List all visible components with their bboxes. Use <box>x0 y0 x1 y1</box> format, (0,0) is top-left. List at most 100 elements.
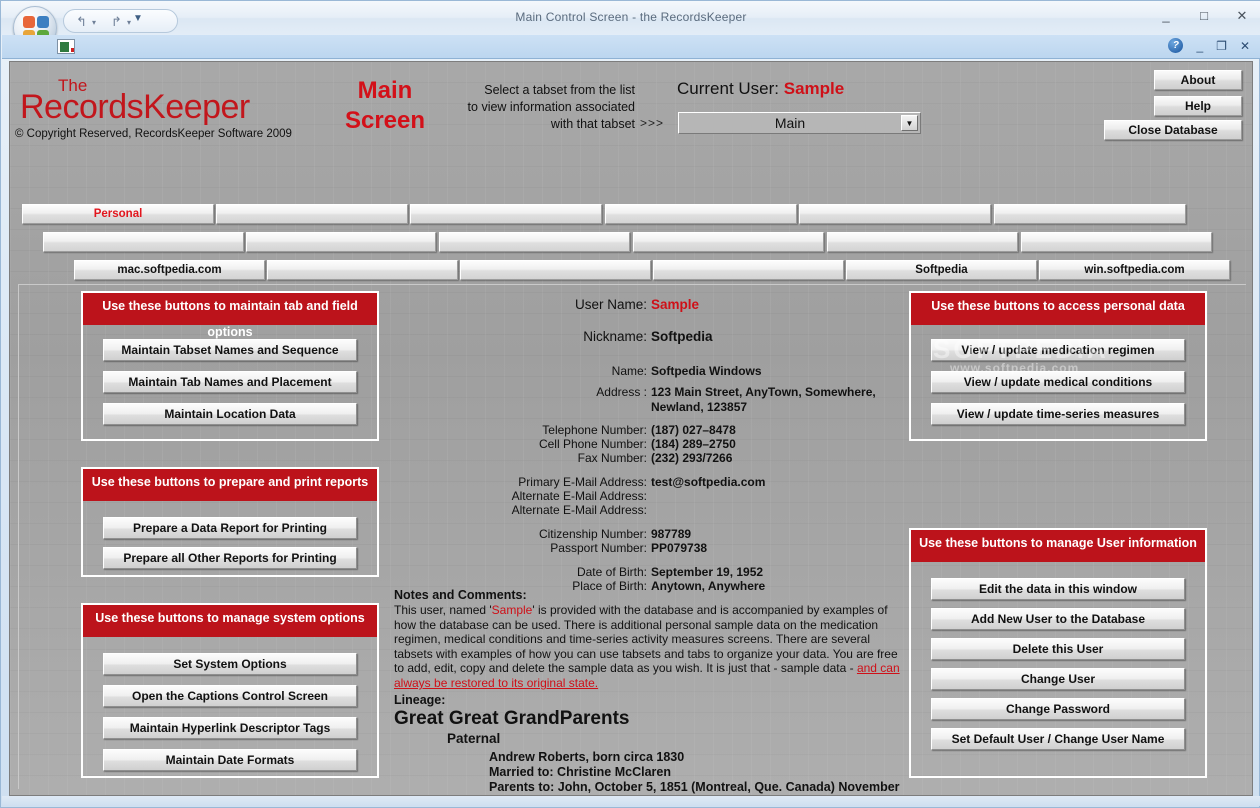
minimize-button[interactable]: _ <box>1155 7 1177 25</box>
panel-reports-header: Use these buttons to prepare and print r… <box>83 469 377 501</box>
user-field-label: Fax Number: <box>577 451 647 465</box>
tab-button-row1-5[interactable] <box>799 204 991 224</box>
chevron-down-icon[interactable]: ▼ <box>901 115 918 131</box>
current-user-value: Sample <box>783 79 845 98</box>
undo-icon[interactable]: ↰ <box>76 14 87 30</box>
document-restore-button[interactable]: ❐ <box>1216 39 1227 53</box>
tab-button-row3-5[interactable]: Softpedia <box>846 260 1037 280</box>
panel-user-information-header: Use these buttons to manage User informa… <box>911 530 1205 562</box>
edit-data-button[interactable]: Edit the data in this window <box>931 578 1185 600</box>
tabset-row-3: mac.softpedia.com Softpedia win.softpedia.… <box>10 260 1254 282</box>
tab-button-row1-4[interactable] <box>605 204 797 224</box>
view-medication-regimen-button[interactable]: View / update medication regimen <box>931 339 1185 361</box>
lineage-line-2: Married to: Christine McClaren <box>489 765 671 779</box>
tab-button-row3-2[interactable] <box>267 260 458 280</box>
open-captions-control-button[interactable]: Open the Captions Control Screen <box>103 685 357 707</box>
tab-button-row2-3[interactable] <box>439 232 630 252</box>
tabset-hint-line1: Select a tabset from the list <box>484 83 635 97</box>
qat-customize-icon[interactable]: ▼ <box>133 13 143 24</box>
current-user-label: Current User: <box>677 79 780 98</box>
user-field-value: Anytown, Anywhere <box>651 579 766 593</box>
set-system-options-button[interactable]: Set System Options <box>103 653 357 675</box>
tabset-select[interactable]: Main ▼ <box>678 112 921 134</box>
help-icon[interactable]: ? <box>1168 38 1184 53</box>
current-user-display: Current User: Sample <box>677 79 844 99</box>
maintain-tab-names-button[interactable]: Maintain Tab Names and Placement <box>103 371 357 393</box>
document-minimize-button[interactable]: _ <box>1196 39 1203 53</box>
maintain-location-data-button[interactable]: Maintain Location Data <box>103 403 357 425</box>
prepare-other-reports-button[interactable]: Prepare all Other Reports for Printing <box>103 547 357 569</box>
tab-button-row1-1[interactable]: Personal <box>22 204 214 224</box>
help-button[interactable]: Help <box>1154 96 1242 116</box>
about-button[interactable]: About <box>1154 70 1242 90</box>
user-field-label: Primary E-Mail Address: <box>518 475 647 489</box>
user-field-value: Softpedia Windows <box>651 364 762 378</box>
document-close-button[interactable]: ✕ <box>1240 39 1250 53</box>
user-field-value: 987789 <box>651 527 692 541</box>
screen-title-line1: Main <box>357 77 413 104</box>
user-field-value: Sample <box>651 297 700 312</box>
lineage-heading: Great Great GrandParents <box>394 708 630 729</box>
window-controls: _ □ ✕ <box>1155 7 1253 25</box>
change-user-button[interactable]: Change User <box>931 668 1185 690</box>
tabset-hint: Select a tabset from the list to view in… <box>430 82 635 133</box>
change-password-button[interactable]: Change Password <box>931 698 1185 720</box>
set-default-user-button[interactable]: Set Default User / Change User Name <box>931 728 1185 750</box>
tabset-select-value: Main <box>774 115 806 131</box>
user-field-value: (187) 027–8478 <box>651 423 736 437</box>
tabset-hint-line3: with that tabset <box>550 117 635 131</box>
delete-user-button[interactable]: Delete this User <box>931 638 1185 660</box>
quick-access-toolbar: ↰ ▾ ↱ ▾ <box>63 9 178 33</box>
notes-title: Notes and Comments: <box>394 588 527 602</box>
tab-button-row1-2[interactable] <box>216 204 408 224</box>
tab-button-row1-3[interactable] <box>410 204 602 224</box>
tab-button-row3-3[interactable] <box>460 260 651 280</box>
tabset-arrows-indicator: >>> <box>640 116 665 130</box>
tabset-hint-line2: to view information associated <box>467 100 635 114</box>
user-field-value: Softpedia <box>651 329 713 344</box>
add-new-user-button[interactable]: Add New User to the Database <box>931 608 1185 630</box>
document-window-controls: ? _ ❐ ✕ <box>1168 38 1250 53</box>
tab-button-row2-5[interactable] <box>827 232 1018 252</box>
screen-title-line2: Screen <box>344 107 426 134</box>
redo-icon[interactable]: ↱ <box>111 14 122 30</box>
tab-button-row2-2[interactable] <box>246 232 436 252</box>
form-document-icon <box>57 39 75 54</box>
view-time-series-measures-button[interactable]: View / update time-series measures <box>931 403 1185 425</box>
tab-button-row2-1[interactable] <box>43 232 244 252</box>
form-canvas: The RecordsKeeper © Copyright Reserved, … <box>9 61 1253 796</box>
undo-dropdown-icon[interactable]: ▾ <box>92 18 96 27</box>
notes-quoted-name: Sample <box>491 603 533 617</box>
document-tab-strip: ? _ ❐ ✕ <box>2 35 1260 59</box>
lineage-line-3: Parents to: John, October 5, 1851 (Montr… <box>489 780 900 794</box>
user-field-label: Alternate E-Mail Address: <box>511 503 647 517</box>
form-header: The RecordsKeeper © Copyright Reserved, … <box>10 62 1254 208</box>
user-field-label: Cell Phone Number: <box>538 437 647 451</box>
tab-button-row3-4[interactable] <box>653 260 844 280</box>
user-details-fields: User Name: Sample Nickname: Softpedia Name: S… <box>389 285 909 593</box>
user-field-value: PP079738 <box>651 541 708 555</box>
user-field-value: (232) 293/7266 <box>651 451 733 465</box>
maintain-hyperlink-tags-button[interactable]: Maintain Hyperlink Descriptor Tags <box>103 717 357 739</box>
user-field-label: Address : <box>596 385 647 399</box>
tab-button-row1-6[interactable] <box>994 204 1186 224</box>
lineage-line-1: Andrew Roberts, born circa 1830 <box>489 750 685 764</box>
view-medical-conditions-button[interactable]: View / update medical conditions <box>931 371 1185 393</box>
tab-button-row3-6[interactable]: win.softpedia.com <box>1039 260 1230 280</box>
panel-personal-data: Use these buttons to access personal dat… <box>909 291 1207 441</box>
maximize-button[interactable]: □ <box>1193 7 1215 25</box>
close-database-button[interactable]: Close Database <box>1104 120 1242 140</box>
notes-part1: This user, named ' <box>394 603 492 617</box>
panel-user-information: Use these buttons to manage User informa… <box>909 528 1207 778</box>
prepare-data-report-button[interactable]: Prepare a Data Report for Printing <box>103 517 357 539</box>
maintain-tabset-names-button[interactable]: Maintain Tabset Names and Sequence <box>103 339 357 361</box>
tab-button-row2-4[interactable] <box>633 232 824 252</box>
user-field-label: Citizenship Number: <box>538 527 647 541</box>
maintain-date-formats-button[interactable]: Maintain Date Formats <box>103 749 357 771</box>
tab-button-row3-1[interactable]: mac.softpedia.com <box>74 260 265 280</box>
close-button[interactable]: ✕ <box>1231 7 1253 25</box>
screen-title: Main Screen <box>330 76 440 136</box>
copyright-label: © Copyright Reserved, RecordsKeeper Soft… <box>15 128 292 140</box>
redo-dropdown-icon[interactable]: ▾ <box>127 18 131 27</box>
tab-button-row2-6[interactable] <box>1021 232 1212 252</box>
